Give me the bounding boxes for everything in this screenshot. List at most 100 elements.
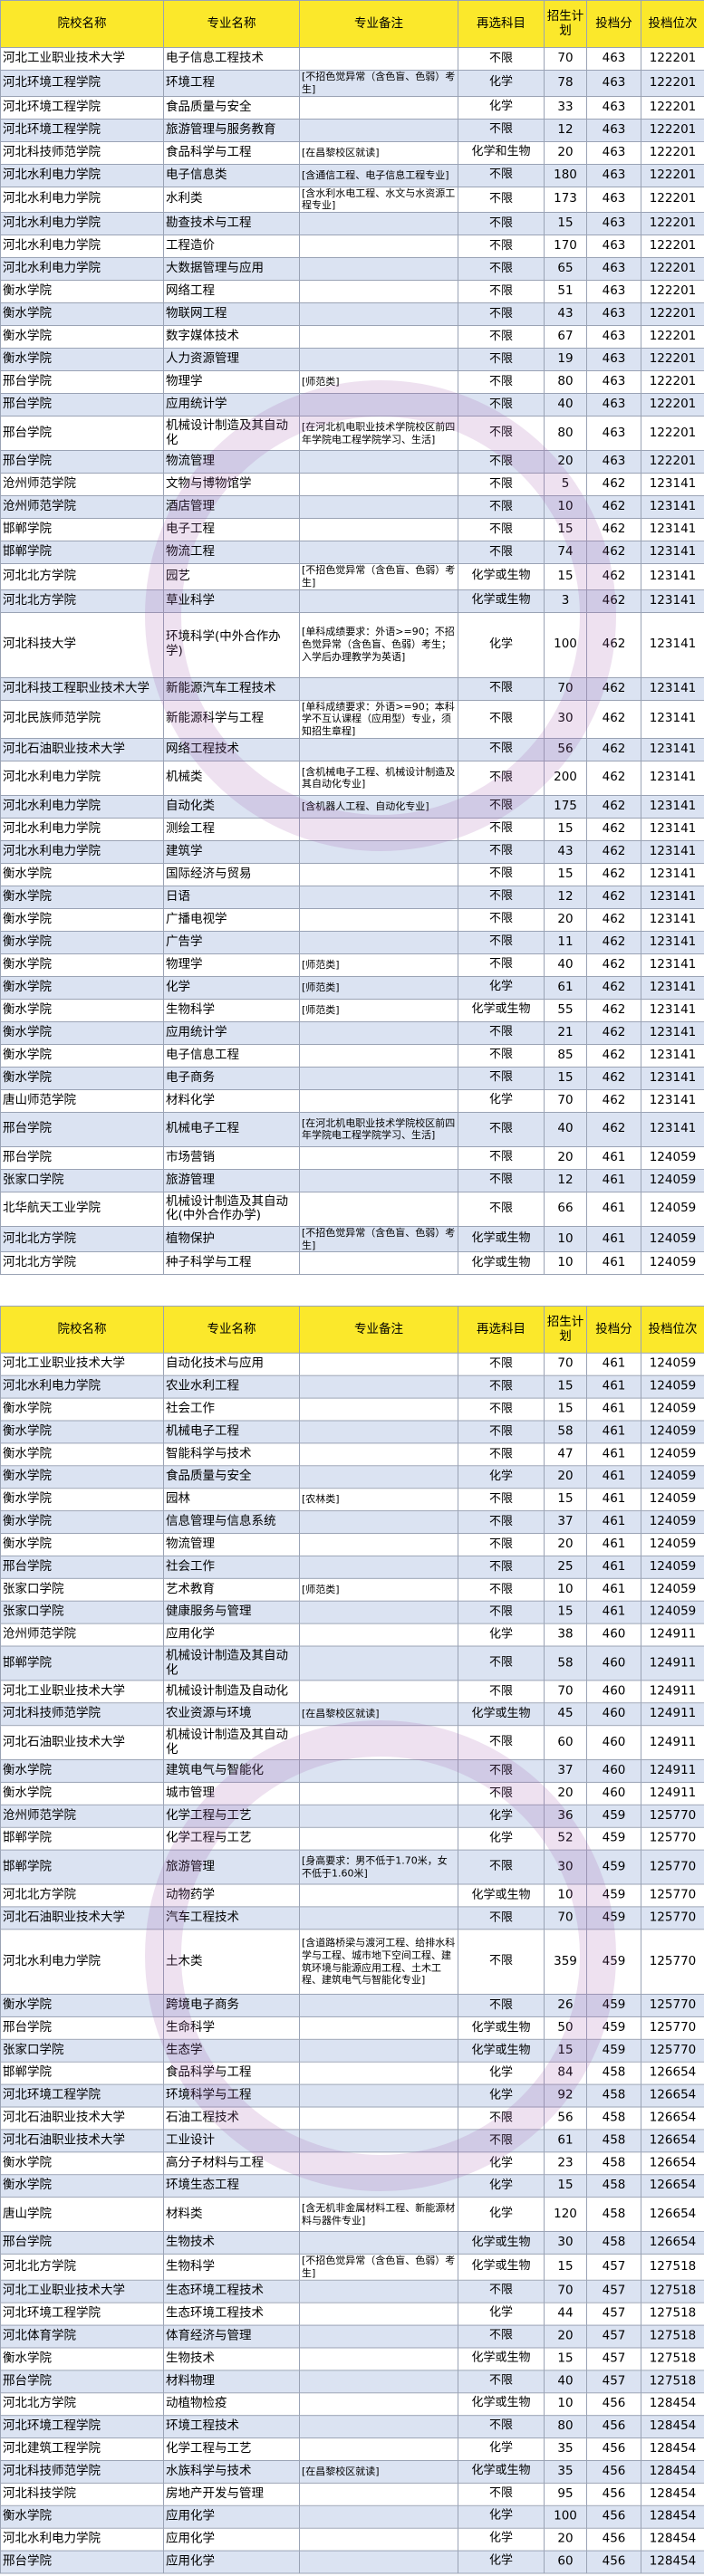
cell-school: 河北环境工程学院: [0, 118, 164, 142]
cell-subj: 化学或生物: [458, 2253, 545, 2281]
cell-major: 测绘工程: [163, 817, 300, 841]
cell-note: [农林类]: [299, 1488, 458, 1512]
cell-plan: 15: [544, 212, 587, 235]
cell-score: 462: [586, 518, 641, 541]
cell-note: [299, 541, 458, 564]
cell-school: 河北环境工程学院: [0, 70, 164, 97]
cell-plan: 66: [544, 1191, 587, 1227]
cell-score: 458: [586, 2174, 641, 2198]
cell-rank: 123141: [641, 699, 704, 739]
cell-score: 460: [586, 1702, 641, 1727]
table-row: 唐山师范学院 材料化学 化学 70 462 123141: [0, 1088, 704, 1113]
cell-rank: 126654: [641, 2197, 704, 2232]
table-row: 衡水学院 食品质量与安全 化学 20 461 124059: [0, 1465, 704, 1489]
cell-major: 自动化类: [163, 794, 300, 819]
cell-subj: 不限: [458, 907, 545, 932]
cell-score: 461: [586, 1465, 641, 1489]
header-rank: 投档位次: [641, 1306, 704, 1354]
cell-score: 457: [586, 2253, 641, 2281]
cell-note: [含无机非金属材料工程、新能源材料与器件专业]: [299, 2197, 458, 2232]
cell-plan: 20: [544, 2527, 587, 2552]
cell-rank: 126654: [641, 2230, 704, 2255]
cell-score: 462: [586, 862, 641, 886]
table-row: 张家口学院 旅游管理 不限 12 461 124059: [0, 1168, 704, 1192]
cell-school: 河北工业职业技术大学: [0, 1352, 164, 1376]
table-row: 河北北方学院 种子科学与工程 化学或生物 10 461 124059: [0, 1251, 704, 1276]
cell-major: 人力资源管理: [163, 348, 300, 371]
cell-note: [在昌黎校区就读]: [299, 140, 458, 165]
cell-plan: 45: [544, 1702, 587, 1727]
cell-major: 体育经济与管理: [163, 2324, 300, 2348]
cell-score: 458: [586, 2061, 641, 2085]
cell-plan: 52: [544, 1826, 587, 1851]
cell-major: 应用统计学: [163, 1020, 300, 1045]
cell-major: 应用统计学: [163, 393, 300, 417]
cell-note: [不招色觉异常（含色盲、色弱）考生]: [299, 70, 458, 97]
cell-rank: 125770: [641, 1804, 704, 1828]
cell-note: [299, 473, 458, 496]
cell-plan: 5: [544, 473, 587, 496]
table-row: 邢台学院 物理学 [师范类] 不限 80 463 122201: [0, 370, 704, 394]
cell-subj: 不限: [458, 794, 545, 819]
cell-major: 电子信息工程: [163, 1043, 300, 1068]
cell-rank: 124059: [641, 1488, 704, 1512]
cell-score: 459: [586, 2038, 641, 2063]
cell-school: 沧州师范学院: [0, 1804, 164, 1828]
cell-subj: 不限: [458, 325, 545, 349]
cell-rank: 126654: [641, 2174, 704, 2198]
cell-note: [299, 2302, 458, 2326]
cell-score: 459: [586, 1906, 641, 1930]
cell-school: 衡水学院: [0, 998, 164, 1022]
cell-plan: 70: [544, 676, 587, 701]
cell-score: 462: [586, 1088, 641, 1113]
cell-note: [299, 2391, 458, 2416]
cell-score: 463: [586, 348, 641, 371]
cell-subj: 化学: [458, 1804, 545, 1828]
cell-school: 唐山学院: [0, 2197, 164, 2232]
cell-plan: 200: [544, 760, 587, 796]
cell-score: 463: [586, 393, 641, 417]
cell-major: 自动化技术与应用: [163, 1352, 300, 1376]
cell-note: [299, 1826, 458, 1851]
cell-plan: 15: [544, 817, 587, 841]
cell-rank: 124911: [641, 1781, 704, 1805]
cell-major: 工程造价: [163, 235, 300, 258]
cell-rank: 124911: [641, 1725, 704, 1761]
cell-note: [在河北机电职业技术学院校区前四年学院电工程学院学习、生活]: [299, 416, 458, 451]
cell-score: 463: [586, 95, 641, 120]
cell-note: [299, 907, 458, 932]
cell-rank: 123141: [641, 495, 704, 519]
cell-subj: 化学或生物: [458, 2230, 545, 2255]
cell-plan: 180: [544, 163, 587, 187]
header-subject: 再选科目: [458, 1306, 545, 1354]
table-body-2: 河北工业职业技术大学 自动化技术与应用 不限 70 461 124059 河北水利电力学院农…: [0, 1352, 704, 2573]
cell-school: 唐山师范学院: [0, 1088, 164, 1113]
cell-note: [含道路桥梁与渡河工程、给排水科学与工程、城市地下空间工程、建筑环境与能源应用工…: [299, 1929, 458, 1996]
cell-school: 河北北方学院: [0, 1883, 164, 1908]
cell-major: 网络工程: [163, 280, 300, 303]
cell-plan: 10: [544, 1577, 587, 1602]
cell-school: 衡水学院: [0, 1994, 164, 2017]
cell-note: [299, 1645, 458, 1681]
table-row: 河北水利电力学院 自动化类 [含机器人工程、自动化专业] 不限 175 462 123141: [0, 794, 704, 819]
cell-subj: 不限: [458, 1994, 545, 2017]
cell-subj: 不限: [458, 235, 545, 258]
cell-plan: 56: [544, 737, 587, 761]
cell-rank: 127518: [641, 2369, 704, 2393]
cell-school: 河北环境工程学院: [0, 2302, 164, 2326]
cell-rank: 124059: [641, 1555, 704, 1579]
cell-subj: 化学或生物: [458, 2346, 545, 2370]
cell-rank: 123141: [641, 563, 704, 590]
table-row: 邯郸学院 食品科学与工程 化学 84 458 126654: [0, 2061, 704, 2085]
cell-score: 457: [586, 2369, 641, 2393]
cell-school: 河北北方学院: [0, 1251, 164, 1276]
cell-subj: 不限: [458, 1906, 545, 1930]
cell-school: 张家口学院: [0, 1600, 164, 1624]
cell-plan: 20: [544, 450, 587, 474]
cell-rank: 126654: [641, 2151, 704, 2176]
cell-subj: 化学或生物: [458, 2038, 545, 2063]
cell-plan: 20: [544, 2324, 587, 2348]
cell-major: 动植物检疫: [163, 2391, 300, 2416]
cell-subj: 化学: [458, 2550, 545, 2573]
cell-plan: 60: [544, 2550, 587, 2573]
